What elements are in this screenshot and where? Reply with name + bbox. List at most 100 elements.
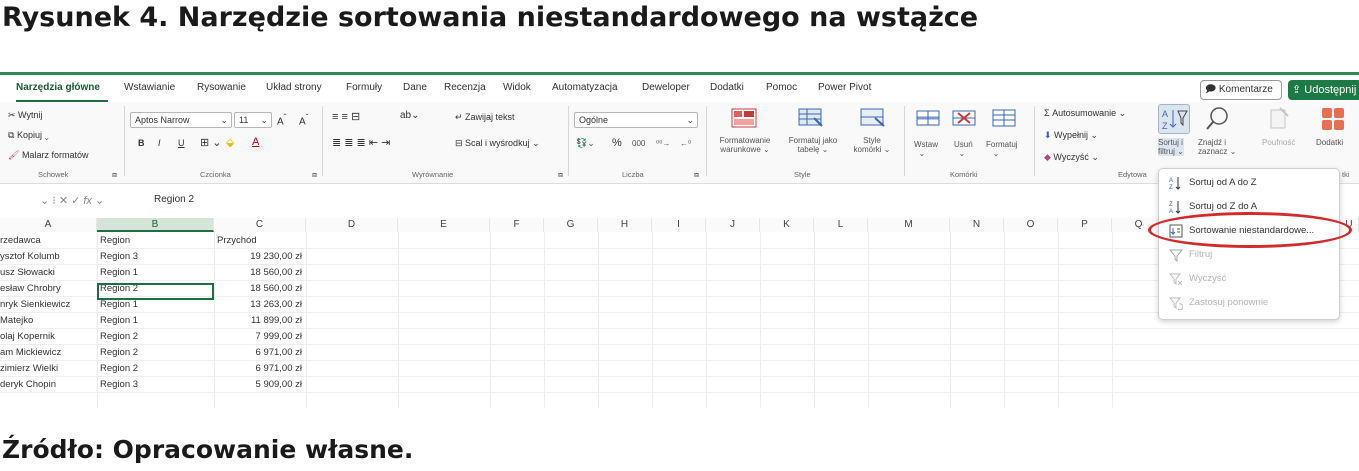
worksheet-grid[interactable]: A B C D E F G H I J K L M N O P Q U rzed… — [0, 218, 1359, 410]
font-launcher-icon[interactable]: ⧈ — [312, 170, 317, 180]
thousands-button[interactable]: 000 — [632, 139, 645, 148]
font-color-icon[interactable]: A — [252, 136, 259, 148]
conditional-formatting-button[interactable]: Formatowanie warunkowe ⌄ — [712, 136, 778, 154]
insert-button[interactable]: Wstaw ⌄ — [914, 140, 938, 158]
orientation-icon[interactable]: ab⌄ — [400, 110, 420, 121]
number-launcher-icon[interactable]: ⧈ — [694, 170, 699, 180]
tab-developer[interactable]: Deweloper — [642, 82, 690, 93]
table-cell[interactable]: Region 1 — [100, 313, 138, 329]
table-cell[interactable]: 6 971,00 zł — [214, 361, 302, 377]
top-align-icon[interactable]: ≡ ≡ ⊟ — [332, 110, 360, 123]
clipboard-launcher-icon[interactable]: ⧈ — [112, 170, 117, 180]
column-header[interactable]: G — [544, 218, 598, 232]
decrease-decimal-icon[interactable]: ←⁰ — [680, 139, 691, 148]
addins-button[interactable]: Dodatki — [1316, 138, 1343, 147]
column-header[interactable]: O — [1004, 218, 1058, 232]
table-cell[interactable]: usz Słowacki — [0, 265, 55, 281]
column-header[interactable]: P — [1058, 218, 1112, 232]
table-header-seller[interactable]: rzedawca — [0, 233, 41, 249]
underline-button[interactable]: U — [178, 138, 185, 148]
column-header[interactable]: L — [814, 218, 868, 232]
tab-page-layout[interactable]: Układ strony — [266, 82, 322, 93]
font-size-select[interactable]: 11 ⌄ — [234, 112, 272, 128]
formula-input[interactable]: Region 2 — [154, 194, 194, 205]
column-header-selected[interactable]: B — [97, 218, 214, 232]
comments-button[interactable]: 🗩 Komentarze — [1200, 80, 1282, 100]
autosum-button[interactable]: Σ Autosumowanie ⌄ — [1044, 108, 1126, 119]
share-button[interactable]: ⇪ Udostępnij — [1288, 80, 1359, 100]
table-cell[interactable]: 6 971,00 zł — [214, 345, 302, 361]
delete-button[interactable]: Usuń ⌄ — [954, 140, 973, 158]
column-header[interactable]: K — [760, 218, 814, 232]
sort-filter-button[interactable]: Sortuj i filtruj ⌄ — [1158, 138, 1184, 156]
table-cell[interactable]: esław Chrobry — [0, 281, 61, 297]
table-cell[interactable]: Matejko — [0, 313, 33, 329]
fill-button[interactable]: ⬇ Wypełnij ⌄ — [1044, 130, 1098, 141]
column-header[interactable]: E — [398, 218, 490, 232]
find-select-button[interactable]: Znajdź i zaznacz ⌄ — [1198, 138, 1236, 156]
tab-formulas[interactable]: Formuły — [346, 82, 382, 93]
tab-help[interactable]: Pomoc — [766, 82, 797, 93]
tab-power-pivot[interactable]: Power Pivot — [818, 82, 871, 93]
bold-button[interactable]: B — [138, 138, 145, 148]
table-cell[interactable]: am Mickiewicz — [0, 345, 61, 361]
table-header-region[interactable]: Region — [100, 233, 130, 249]
column-header[interactable]: J — [706, 218, 760, 232]
tab-review[interactable]: Recenzja — [444, 82, 486, 93]
borders-icon[interactable]: ⊞ ⌄ — [200, 136, 222, 149]
format-as-table-button[interactable]: Formatuj jako tabelę ⌄ — [782, 136, 844, 154]
column-header[interactable]: N — [950, 218, 1004, 232]
column-header[interactable]: C — [214, 218, 306, 232]
table-cell[interactable]: 13 263,00 zł — [214, 297, 302, 313]
clear-button[interactable]: ◆ Wyczyść ⌄ — [1044, 152, 1099, 163]
fx-icon[interactable]: fx — [83, 195, 92, 207]
menu-item-clear[interactable]: Wyczyść — [1159, 267, 1341, 291]
table-cell[interactable]: 11 899,00 zł — [214, 313, 302, 329]
wrap-text-button[interactable]: ↵ Zawijaj tekst — [455, 112, 515, 123]
table-cell[interactable]: Region 1 — [100, 265, 138, 281]
table-cell[interactable]: Region 3 — [100, 377, 138, 393]
table-cell[interactable]: 18 560,00 zł — [214, 265, 302, 281]
cut-button[interactable]: ✂ Wytnij — [8, 110, 42, 121]
grow-font-button[interactable]: Aˆ — [277, 112, 286, 127]
table-cell[interactable]: Region 2 — [100, 329, 138, 345]
table-cell[interactable]: 18 560,00 zł — [214, 281, 302, 297]
shrink-font-button[interactable]: Aˇ — [299, 112, 308, 127]
table-cell[interactable]: 5 909,00 zł — [214, 377, 302, 393]
menu-item-sort-a-z[interactable]: AZ Sortuj od A do Z — [1159, 171, 1341, 195]
tab-data[interactable]: Dane — [403, 82, 427, 93]
table-cell[interactable]: ysztof Kolumb — [0, 249, 60, 265]
italic-button[interactable]: I — [158, 138, 161, 148]
tab-automate[interactable]: Automatyzacja — [552, 82, 618, 93]
tab-draw[interactable]: Rysowanie — [197, 82, 246, 93]
format-painter-button[interactable]: 🖌 Malarz formatów — [8, 150, 88, 161]
column-header[interactable]: M — [868, 218, 950, 232]
percent-button[interactable]: % — [612, 137, 622, 149]
table-cell[interactable]: olaj Kopernik — [0, 329, 55, 345]
currency-icon[interactable]: 💱⌄ — [576, 138, 595, 149]
tab-home[interactable]: Narzędzia główne — [16, 82, 100, 93]
table-cell[interactable]: Region 2 — [100, 361, 138, 377]
column-header[interactable]: F — [490, 218, 544, 232]
table-cell[interactable]: deryk Chopin — [0, 377, 56, 393]
column-header[interactable]: A — [0, 218, 97, 232]
menu-item-reapply[interactable]: Zastosuj ponownie — [1159, 291, 1341, 315]
table-cell[interactable]: zimierz Wielki — [0, 361, 58, 377]
table-cell[interactable]: Region 3 — [100, 249, 138, 265]
column-header[interactable]: H — [598, 218, 652, 232]
tab-view[interactable]: Widok — [503, 82, 531, 93]
table-cell[interactable]: 19 230,00 zł — [214, 249, 302, 265]
number-format-select[interactable]: Ogólne ⌄ — [574, 112, 698, 128]
table-header-revenue[interactable]: Przychód — [217, 233, 257, 249]
table-cell[interactable]: 7 999,00 zł — [214, 329, 302, 345]
tab-addins[interactable]: Dodatki — [710, 82, 744, 93]
cell-styles-button[interactable]: Style komórki ⌄ — [846, 136, 898, 154]
column-header[interactable]: D — [306, 218, 398, 232]
table-cell[interactable]: Region 2 — [100, 345, 138, 361]
increase-decimal-icon[interactable]: ⁰⁰→ — [656, 139, 670, 148]
merge-center-button[interactable]: ⊟ Scal i wyśrodkuj ⌄ — [455, 138, 540, 149]
font-name-select[interactable]: Aptos Narrow ⌄ — [130, 112, 232, 128]
column-header[interactable]: I — [652, 218, 706, 232]
table-cell[interactable]: nryk Sienkiewicz — [0, 297, 70, 313]
format-button[interactable]: Formatuj ⌄ — [986, 140, 1018, 158]
